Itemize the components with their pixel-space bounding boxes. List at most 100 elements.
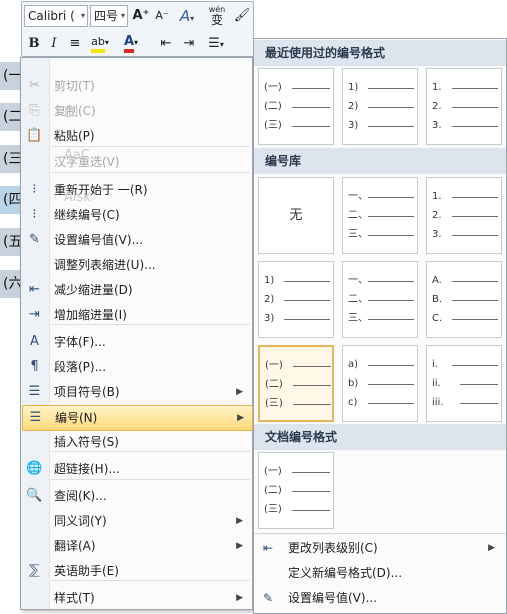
numbering-format-option[interactable]: i. ii. iii. (426, 345, 502, 422)
menu-item-13[interactable]: ☰ 编号(N) ▶ (22, 405, 253, 431)
menu-item-14[interactable]: 插入符号(S) (22, 430, 251, 454)
numbering-format-option[interactable]: (一) (二) (三) (258, 452, 334, 529)
grow-font-button[interactable]: A⁺ (132, 6, 150, 26)
format-preview-line: B. (432, 293, 498, 307)
document-area (0, 0, 21, 614)
format-preview-label: 一、 (348, 191, 368, 202)
menu-item-5[interactable]: ⁝ 继续编号(C) (22, 203, 251, 227)
gallery-menu-item-label: 定义新编号格式(D)... (288, 566, 403, 580)
menu-item-20[interactable]: 样式(T) ▶ (22, 586, 251, 610)
shrink-font-button[interactable]: A⁻ (153, 6, 171, 26)
menu-item-15[interactable]: 🌐 超链接(H)... (22, 457, 251, 481)
format-preview-rule (368, 126, 414, 127)
numbering-format-option[interactable]: (一) (二) (三) (258, 345, 334, 422)
increase-indent-button[interactable]: ⇥ (179, 34, 199, 54)
menu-item-7[interactable]: 调整列表缩进(U)... (22, 253, 251, 277)
font-color-button[interactable]: A▾ (118, 32, 144, 53)
chevron-down-icon: ▾ (134, 38, 139, 47)
format-preview-label: i. (432, 359, 438, 370)
decrease-indent-button[interactable]: ⇤ (156, 34, 176, 54)
menu-item-label: 调整列表缩进(U)... (54, 258, 156, 272)
format-preview-label: 2) (348, 101, 359, 112)
menu-item-18[interactable]: 翻译(A) ▶ (22, 534, 251, 558)
numbering-format-option[interactable]: (一) (二) (三) (258, 68, 334, 145)
highlight-button[interactable]: ab▾ (87, 32, 113, 53)
chevron-down-icon: ▾ (219, 40, 224, 49)
numbering-format-option[interactable]: a) b) c) (342, 345, 418, 422)
format-preview-label: C. (432, 313, 443, 324)
menu-item-2[interactable]: 📋 粘贴(P) (22, 124, 251, 148)
phonetic-guide-button[interactable]: wén 变 (206, 4, 228, 28)
menu-item-19[interactable]: ⅀ 英语助手(E) (22, 559, 251, 583)
format-preview-line: A. (432, 274, 498, 288)
menu-item-8[interactable]: ⇤ 减少缩进量(D) (22, 278, 251, 302)
format-painter-button[interactable]: 🖌 (232, 6, 252, 26)
menu-item-label: 减少缩进量(D) (54, 283, 133, 297)
format-preview-label: ii. (432, 378, 441, 389)
format-preview-line: (三) (265, 397, 331, 411)
format-preview-line: 三、 (348, 228, 414, 242)
menu-item-6[interactable]: ✎ 设置编号值(V)... (22, 228, 251, 252)
document-formats-header: 文档编号格式 (254, 424, 506, 450)
styles-button[interactable]: A▾ (176, 6, 198, 26)
menu-item-11[interactable]: ¶ 段落(P)... (22, 355, 251, 379)
numbering-format-option[interactable]: 一、 二、 三、 (342, 261, 418, 338)
gallery-menu-item-0[interactable]: ⇤ 更改列表级别(C) ▶ (255, 536, 505, 561)
menu-item-label: 增加缩进量(I) (54, 308, 127, 322)
format-preview-line: iii. (432, 396, 498, 410)
format-preview-rule (452, 126, 498, 127)
format-preview-line: (二) (264, 100, 330, 114)
menu-item-12[interactable]: ☰ 项目符号(B) ▶ (22, 380, 251, 404)
font-size-value: 四号 (94, 9, 119, 23)
chevron-down-icon: ▾ (190, 14, 195, 23)
numbering-format-option[interactable]: 1. 2. 3. (426, 177, 502, 254)
numbering-format-option[interactable]: 1. 2. 3. (426, 68, 502, 145)
format-preview-label: 2) (264, 294, 275, 305)
format-preview-rule (452, 235, 498, 236)
format-preview-line: 1. (432, 81, 498, 95)
font-color-icon: A (123, 34, 135, 53)
menu-item-16[interactable]: 🔍 查阅(K)... (22, 484, 251, 508)
bullets-button[interactable]: ☰▾ (202, 34, 230, 54)
format-preview-line: 1) (264, 274, 330, 288)
scissors-icon: ✂ (29, 78, 40, 93)
format-preview-line: 3. (432, 119, 498, 133)
chevron-down-icon: ▾ (80, 11, 85, 20)
format-preview-rule (368, 365, 414, 366)
faded-document-text: Lli (64, 106, 79, 121)
italic-button[interactable]: I (45, 34, 63, 54)
format-preview-rule (452, 300, 498, 301)
format-preview-rule (368, 197, 414, 198)
gallery-menu-item-1[interactable]: 定义新编号格式(D)... (255, 561, 505, 586)
format-preview-label: 1) (264, 275, 275, 286)
highlight-icon: ab (91, 35, 105, 53)
menu-item-9[interactable]: ⇥ 增加缩进量(I) (22, 303, 251, 327)
format-preview-rule (368, 88, 414, 89)
format-preview-rule (368, 281, 414, 282)
numbering-format-option[interactable]: 1) 2) 3) (258, 261, 334, 338)
numbering-library-header: 编号库 (254, 148, 506, 174)
numbering-format-option[interactable]: 1) 2) 3) (342, 68, 418, 145)
font-name-combo[interactable]: Calibri ( ▾ (24, 5, 88, 27)
numbering-format-option[interactable]: 一、 二、 三、 (342, 177, 418, 254)
menu-item-17[interactable]: 同义词(Y) ▶ (22, 509, 251, 533)
menu-item-10[interactable]: A 字体(F)... (22, 330, 251, 354)
format-preview-label: (三) (264, 120, 282, 131)
format-preview-line: 三、 (348, 312, 414, 326)
format-preview-rule (452, 365, 498, 366)
format-preview-label: (二) (264, 101, 282, 112)
numbering-format-option[interactable]: 无 (258, 177, 334, 254)
format-preview-label: (一) (264, 466, 282, 477)
font-size-combo[interactable]: 四号 ▾ (90, 5, 128, 27)
center-button[interactable]: ≡ (65, 34, 85, 54)
menu-item-label: 翻译(A) (54, 539, 96, 553)
lookup-icon: 🔍 (26, 488, 43, 503)
gallery-menu-item-2[interactable]: ✎ 设置编号值(V)... (255, 586, 505, 611)
format-preview-label: c) (348, 397, 358, 408)
format-preview-line: 3) (264, 312, 330, 326)
gallery-separator (254, 533, 506, 534)
menu-item-4[interactable]: ⁝ 重新开始于 一(R) (22, 178, 251, 202)
numbering-format-option[interactable]: A. B. C. (426, 261, 502, 338)
format-preview-rule (452, 107, 498, 108)
bold-button[interactable]: B (25, 34, 43, 54)
